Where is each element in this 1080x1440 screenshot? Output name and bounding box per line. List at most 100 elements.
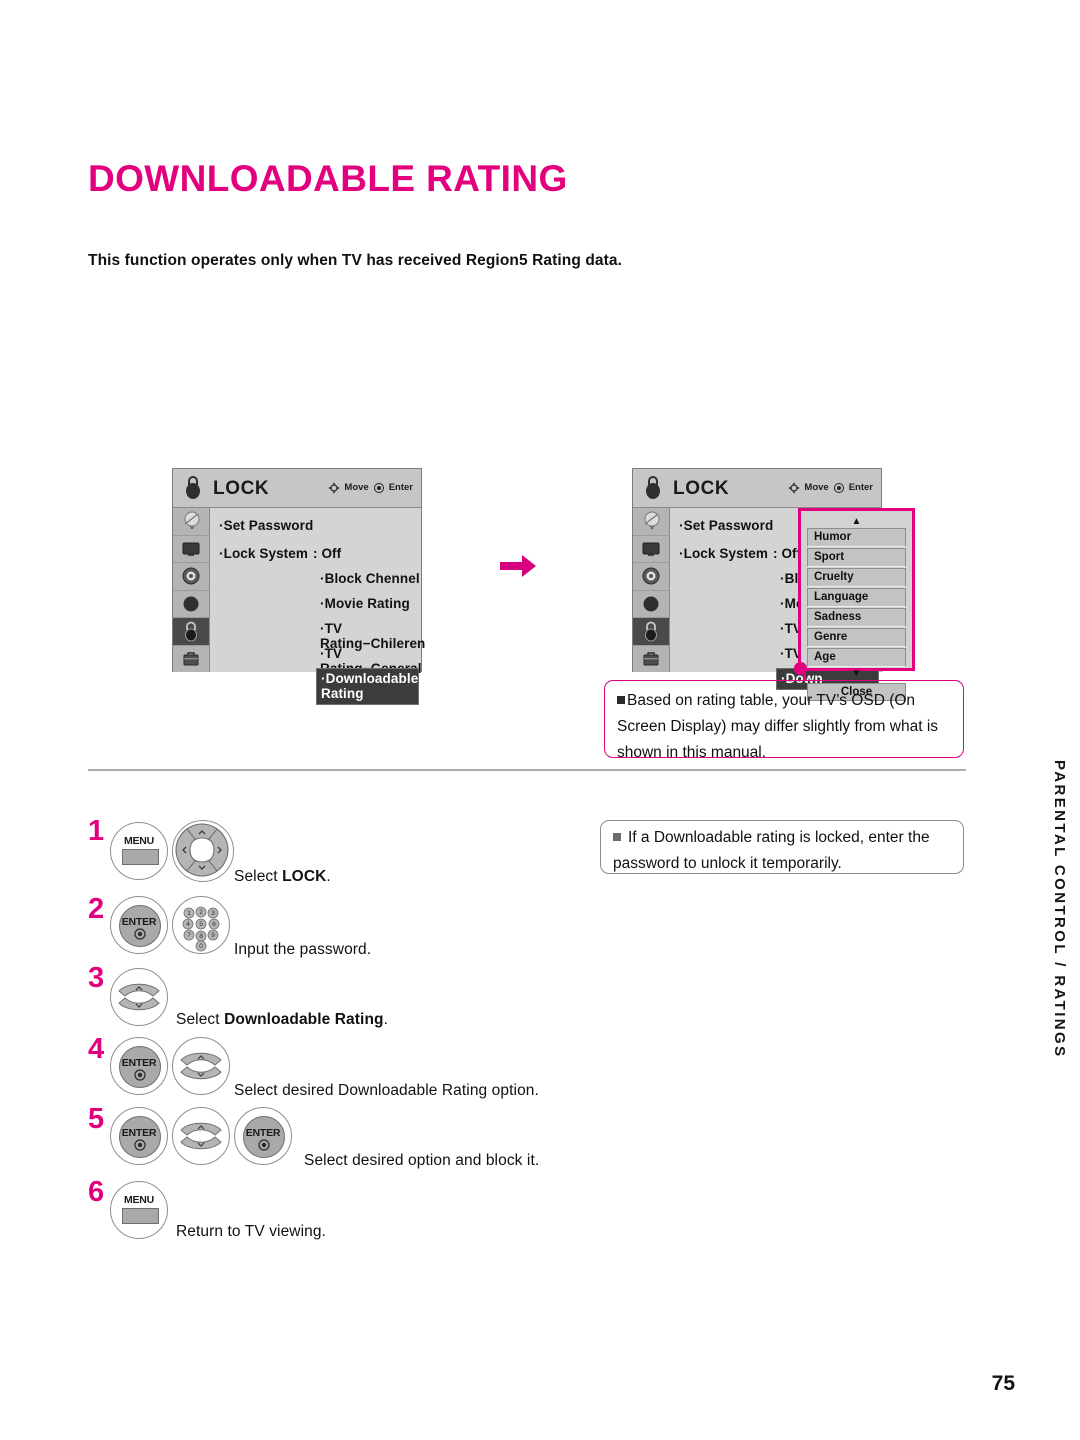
rail-item-lock[interactable] <box>173 618 209 646</box>
rail-item-audio[interactable] <box>173 563 209 591</box>
menu-bar-icon <box>122 1208 159 1224</box>
flow-arrow-icon <box>498 552 538 585</box>
up-down-button-4[interactable] <box>172 1037 230 1095</box>
enter-button-label: ENTER <box>121 916 157 928</box>
step-number-6: 6 <box>88 1176 105 1208</box>
osd-header: LOCK Move Enter <box>633 469 881 508</box>
rail-item-setup[interactable] <box>633 646 669 673</box>
menu-item-set-password[interactable]: ·Set Password <box>219 518 313 533</box>
hint-enter-label: Enter <box>848 482 873 493</box>
up-down-icon <box>180 1052 222 1080</box>
enter-dot-icon <box>833 482 844 493</box>
step-3-suffix: . <box>383 1011 389 1028</box>
scroll-down-icon[interactable]: ▼ <box>807 668 906 680</box>
menu-item-block-channel[interactable]: ·Block Chennel <box>320 571 420 586</box>
step-5-prefix: Select desired option and block it. <box>304 1152 540 1169</box>
picture-icon <box>642 542 660 556</box>
svg-text:1: 1 <box>187 910 191 917</box>
enter-button-label: ENTER <box>245 1127 281 1139</box>
rail-item-antenna[interactable] <box>633 508 669 536</box>
step-text-3: Select Downloadable Rating. <box>176 1011 388 1029</box>
rail-item-setup[interactable] <box>173 646 209 673</box>
enter-dot-icon <box>373 482 384 493</box>
svg-text:9: 9 <box>211 932 215 939</box>
section-divider <box>88 769 966 771</box>
svg-text:6: 6 <box>212 921 216 928</box>
osd-hints: Move Enter <box>328 482 413 494</box>
up-down-button-3[interactable] <box>110 968 168 1026</box>
rail-item-time[interactable] <box>633 591 669 618</box>
menu-item-downloadable-rating[interactable]: ·Downloadable Rating <box>316 668 419 705</box>
rail-item-picture[interactable] <box>633 536 669 563</box>
dropdown-option-sport[interactable]: Sport <box>807 548 906 567</box>
locked-note-box: If a Downloadable rating is locked, ente… <box>600 820 964 874</box>
scroll-up-icon[interactable]: ▲ <box>807 516 906 528</box>
osd-icon-rail <box>173 508 210 672</box>
step-number-3: 3 <box>88 962 105 994</box>
number-keypad-button[interactable]: 1 2 3 4 5 6 7 8 9 0 <box>172 896 230 954</box>
manual-page: DOWNLOADABLE RATING This function operat… <box>0 0 1080 1440</box>
rail-item-lock[interactable] <box>633 618 669 646</box>
step-1-bold: LOCK <box>282 868 327 885</box>
lock-icon <box>185 621 197 642</box>
nav-pad-icon <box>175 823 229 877</box>
menu-item-set-password[interactable]: ·Set Password <box>679 518 773 533</box>
hint-move-label: Move <box>804 482 829 493</box>
menu-item-movie-rating[interactable]: ·Movie Rating <box>320 596 410 611</box>
enter-dot-icon <box>134 1139 146 1151</box>
osd-menu-list: ·Set Password ·Lock System : Off ·Block … <box>210 508 425 705</box>
rail-item-antenna[interactable] <box>173 508 209 536</box>
step-text-1: Select LOCK. <box>234 868 331 886</box>
dropdown-option-age[interactable]: Age <box>807 648 906 667</box>
menu-button[interactable]: MENU <box>110 822 168 880</box>
move-pad-icon <box>788 482 800 494</box>
picture-icon <box>182 542 200 556</box>
enter-button-4[interactable]: ENTER <box>110 1037 168 1095</box>
enter-button-5a[interactable]: ENTER <box>110 1107 168 1165</box>
dropdown-option-humor[interactable]: Humor <box>807 528 906 547</box>
menu-value-lock-system: : Off <box>313 546 342 561</box>
svg-text:8: 8 <box>199 933 203 940</box>
svg-text:3: 3 <box>211 910 215 917</box>
setup-icon <box>183 652 199 666</box>
dropdown-option-language[interactable]: Language <box>807 588 906 607</box>
menu-item-lock-system[interactable]: ·Lock System <box>679 546 768 561</box>
antenna-icon <box>644 511 660 530</box>
step-number-2: 2 <box>88 893 105 925</box>
step-text-4: Select desired Downloadable Rating optio… <box>234 1082 539 1100</box>
rail-item-time[interactable] <box>173 591 209 618</box>
enter-button[interactable]: ENTER <box>110 896 168 954</box>
step-3-bold: Downloadable Rating <box>224 1011 384 1028</box>
enter-dot-icon <box>134 1069 146 1081</box>
section-side-label: PARENTAL CONTROL / RATINGS <box>1051 760 1068 1059</box>
callout-leader-line <box>804 671 806 680</box>
page-number: 75 <box>991 1372 1015 1395</box>
hint-move-label: Move <box>344 482 369 493</box>
nav-pad-button[interactable] <box>172 820 234 882</box>
enter-button-label: ENTER <box>121 1057 157 1069</box>
osd-header: LOCK Move Enter <box>173 469 421 508</box>
up-down-button-5[interactable] <box>172 1107 230 1165</box>
rail-item-picture[interactable] <box>173 536 209 563</box>
step-text-6: Return to TV viewing. <box>176 1223 326 1241</box>
note-bullet-icon <box>617 696 625 704</box>
step-3-prefix: Select <box>176 1011 225 1028</box>
enter-dot-icon <box>258 1139 270 1151</box>
rail-item-audio[interactable] <box>633 563 669 591</box>
intro-paragraph: This function operates only when TV has … <box>88 252 622 269</box>
dropdown-option-cruelty[interactable]: Cruelty <box>807 568 906 587</box>
menu-item-lock-system[interactable]: ·Lock System <box>219 546 308 561</box>
enter-button-5b[interactable]: ENTER <box>234 1107 292 1165</box>
menu-value-lock-system: : Off <box>773 546 802 561</box>
step-number-4: 4 <box>88 1033 105 1065</box>
step-text-2: Input the password. <box>234 941 371 959</box>
menu-button-6[interactable]: MENU <box>110 1181 168 1239</box>
dropdown-option-genre[interactable]: Genre <box>807 628 906 647</box>
osd-icon-rail <box>633 508 670 672</box>
lock-icon <box>186 476 200 499</box>
svg-text:7: 7 <box>187 932 191 939</box>
step-4-prefix: Select desired Downloadable Rating optio… <box>234 1082 539 1099</box>
osd-note-box: Based on rating table, your TV’s OSD (On… <box>604 680 964 761</box>
osd-title: LOCK <box>213 478 270 499</box>
dropdown-option-sadness[interactable]: Sadness <box>807 608 906 627</box>
